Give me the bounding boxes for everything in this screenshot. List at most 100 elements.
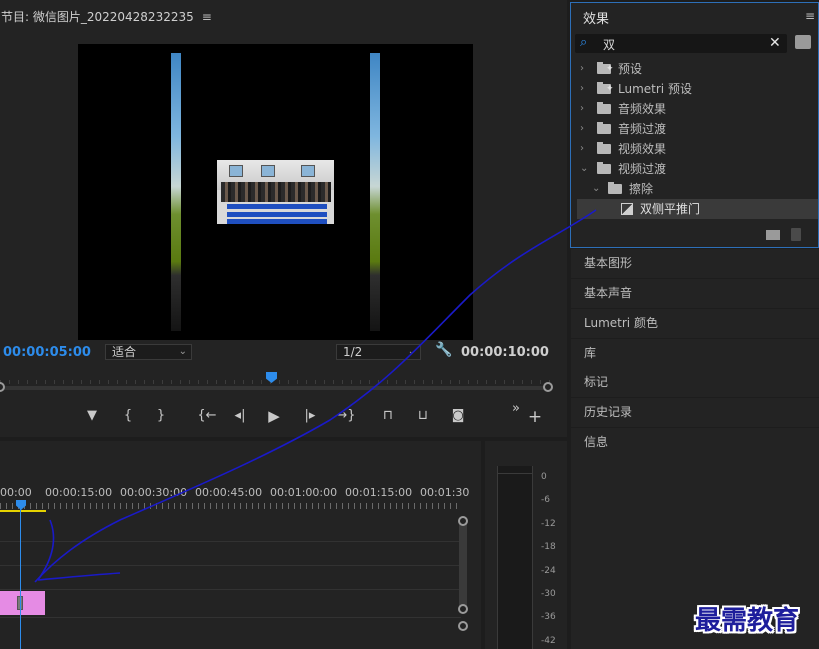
program-viewer[interactable] (78, 44, 473, 340)
transition-strip-right (370, 53, 380, 331)
track-divider (0, 541, 461, 542)
ruler-label: 00:01:15:00 (345, 486, 413, 499)
close-icon[interactable]: ✕ (769, 36, 781, 50)
transition-strip-left (171, 53, 181, 331)
ruler-label: 00:01:00:00 (270, 486, 338, 499)
tree-item-audio-transitions[interactable]: › 音频过渡 (571, 119, 818, 139)
folder-icon (608, 182, 622, 194)
tree-item-video-transitions[interactable]: ⌄ 视频过渡 (571, 159, 818, 179)
folder-icon: ✦ (597, 82, 614, 94)
play-button[interactable]: ▶ (264, 405, 284, 427)
time-ruler[interactable] (0, 503, 460, 509)
video-frame-image (217, 160, 334, 224)
chevron-down-icon: ⌄ (580, 163, 589, 174)
audio-meter-bar (497, 466, 533, 649)
chevron-down-icon: ⌄ (407, 346, 416, 357)
meter-label: -6 (541, 495, 550, 505)
panel-libraries[interactable]: 库 (571, 339, 819, 368)
tree-item-label: 音频效果 (618, 102, 667, 116)
chevron-right-icon: › (580, 63, 584, 74)
chevron-right-icon: › (580, 83, 584, 94)
scroll-handle-top[interactable] (458, 516, 468, 526)
tree-item-lumetri-presets[interactable]: › ✦ Lumetri 预设 (571, 79, 818, 99)
more-controls-button[interactable]: » (506, 398, 526, 420)
tree-item-label: 预设 (618, 62, 643, 76)
program-monitor-title[interactable]: 节目: 微信图片_20220428232235 ≡ (0, 0, 567, 30)
meter-label: -30 (541, 589, 556, 599)
scroll-handle-bottom[interactable] (458, 604, 468, 614)
folder-icon (597, 102, 611, 114)
chevron-right-icon: › (580, 143, 584, 154)
new-bin-icon[interactable] (766, 230, 780, 240)
ruler-label: 00:00:30:00 (120, 486, 188, 499)
add-marker-button[interactable]: ▼ (82, 405, 102, 427)
zoom-level-select[interactable]: 适合 ⌄ (105, 344, 192, 360)
scroll-handle-audio[interactable] (458, 621, 468, 631)
track-divider (0, 589, 461, 590)
tree-item-audio-effects[interactable]: › 音频效果 (571, 99, 818, 119)
step-forward-button[interactable]: |▸ (300, 405, 320, 427)
ruler-label: 00:00 (0, 486, 32, 499)
panel-menu-icon[interactable]: ≡ (805, 9, 815, 23)
tree-item-presets[interactable]: › ✦ 预设 (571, 59, 818, 79)
timeline-vertical-scrollbar[interactable] (459, 519, 467, 609)
work-area-bar[interactable] (0, 510, 46, 512)
zoom-level-value: 适合 (112, 345, 137, 359)
panel-markers[interactable]: 标记 (571, 368, 819, 397)
export-frame-button[interactable]: ◙ (448, 405, 468, 427)
meter-label: -18 (541, 542, 556, 552)
panel-lumetri-color[interactable]: Lumetri 颜色 (571, 309, 819, 338)
wrench-icon[interactable]: 🔧 (435, 342, 452, 358)
mark-in-button[interactable]: { (118, 405, 138, 427)
tree-item-wipe[interactable]: ⌄ 擦除 (571, 179, 818, 199)
zoom-handle-right[interactable] (543, 382, 553, 392)
panel-menu-icon[interactable]: ≡ (202, 10, 212, 24)
scrub-ticks (0, 380, 551, 384)
panel-history[interactable]: 历史记录 (571, 398, 819, 427)
playback-resolution-select[interactable]: 1/2 ⌄ (336, 344, 421, 360)
tree-item-label: 双侧平推门 (640, 202, 701, 216)
program-monitor-title-text: 节目: 微信图片_20220428232235 (1, 10, 194, 24)
tree-item-label: Lumetri 预设 (618, 82, 692, 96)
button-editor-add-button[interactable]: + (525, 406, 545, 428)
timeline-playhead-line[interactable] (20, 500, 21, 649)
lift-button[interactable]: ⊓ (378, 405, 398, 427)
duration-timecode: 00:00:10:00 (461, 345, 549, 360)
ruler-label: 00:00:15:00 (45, 486, 113, 499)
panel-essential-graphics[interactable]: 基本图形 (571, 249, 819, 278)
chevron-right-icon: › (580, 123, 584, 134)
trash-icon[interactable] (791, 228, 801, 241)
tree-item-label: 视频过渡 (618, 162, 667, 176)
tree-item-label: 音频过渡 (618, 122, 667, 136)
chevron-down-icon: ⌄ (592, 183, 601, 194)
current-timecode[interactable]: 00:00:05:00 (3, 345, 91, 360)
meter-label: -12 (541, 519, 556, 529)
folder-icon: ✦ (597, 62, 614, 74)
meter-label: -24 (541, 566, 556, 576)
panel-info[interactable]: 信息 (571, 428, 819, 457)
track-divider (0, 617, 461, 618)
chevron-down-icon: ⌄ (178, 346, 187, 357)
playback-resolution-value: 1/2 (343, 345, 363, 359)
ruler-label: 00:00:45:00 (195, 486, 263, 499)
panel-essential-sound[interactable]: 基本声音 (571, 279, 819, 308)
effects-panel-title[interactable]: 效果 (583, 8, 609, 27)
tree-item-video-effects[interactable]: › 视频效果 (571, 139, 818, 159)
watermark-text: 最需教育 (695, 606, 800, 636)
effects-search-input[interactable] (603, 36, 763, 52)
folder-icon (597, 162, 611, 174)
ruler-label: 00:01:30 (420, 486, 470, 499)
folder-icon (597, 142, 611, 154)
video-transition-icon (621, 203, 633, 215)
new-custom-bin-icon[interactable] (795, 35, 811, 49)
go-to-out-button[interactable]: →} (333, 405, 359, 427)
extract-button[interactable]: ⊔ (413, 405, 433, 427)
step-back-button[interactable]: ◂| (230, 405, 250, 427)
meter-label: -42 (541, 636, 556, 646)
meter-label: 0 (541, 472, 547, 482)
tree-item-double-side-push-door[interactable]: 双侧平推门 (577, 199, 818, 219)
go-to-in-button[interactable]: {← (194, 405, 220, 427)
mark-out-button[interactable]: } (151, 405, 171, 427)
track-divider (0, 565, 461, 566)
monitor-scrub-bar[interactable] (0, 386, 551, 390)
